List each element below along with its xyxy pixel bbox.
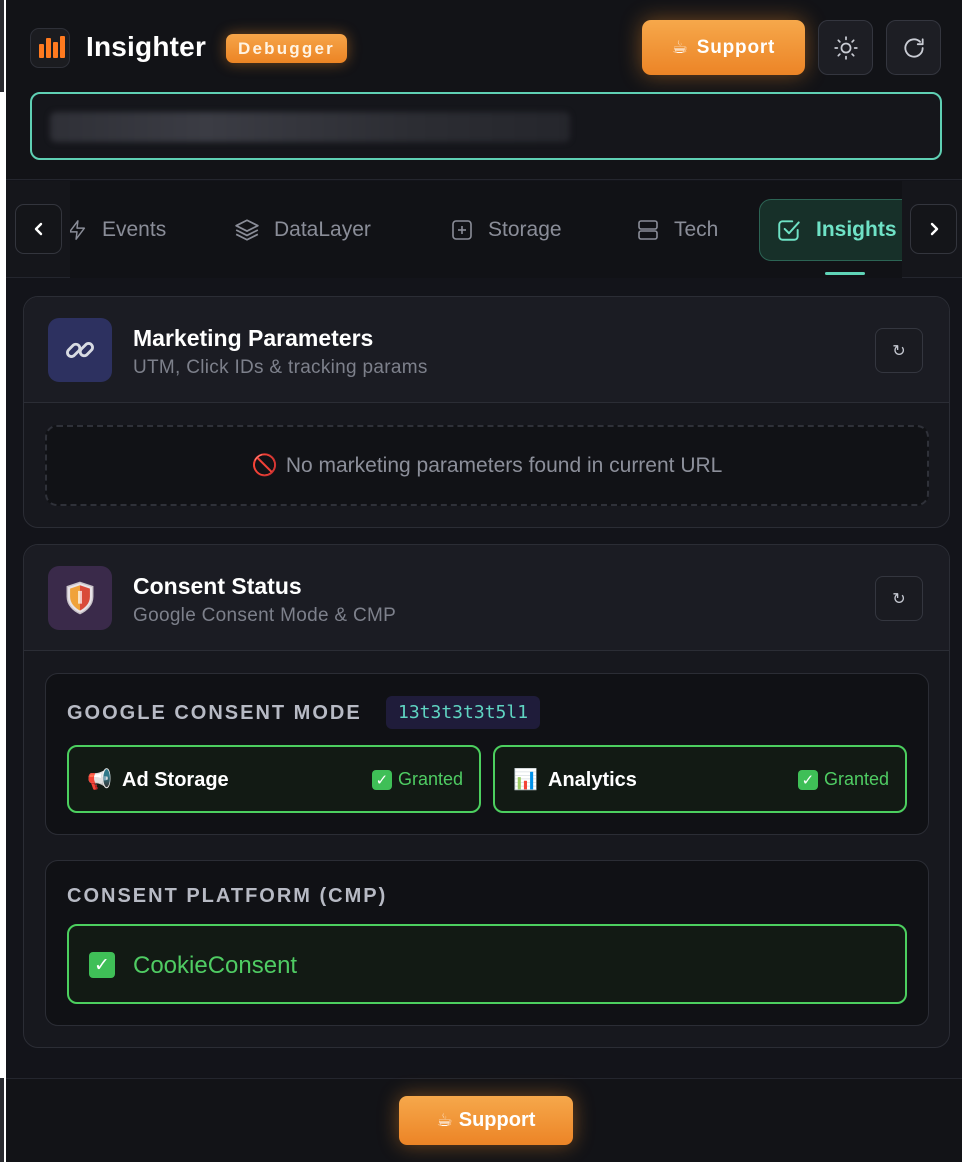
lightning-icon [70,220,86,240]
checkmark-icon: ✓ [797,769,818,790]
card-subtitle: Google Consent Mode & CMP [133,605,397,626]
coffee-cup-icon: ☕ [671,37,689,57]
reload-button[interactable] [886,20,941,75]
tab-tech[interactable]: Tech [636,199,718,261]
card-title: Marketing Parameters [133,325,374,351]
sun-icon [833,35,858,60]
empty-message: No marketing parameters found in current… [285,453,723,477]
footer: ☕ Support [6,1078,962,1162]
active-tab-indicator [825,272,865,275]
refresh-button[interactable]: ↻ [875,576,923,621]
shield-icon [48,566,112,630]
status-text: Granted [823,769,889,789]
app-logo [30,28,70,68]
marketing-parameters-card: Marketing Parameters UTM, Click IDs & tr… [23,296,950,528]
tab-label: Events [102,218,167,241]
card-header: Consent Status Google Consent Mode & CMP… [24,545,949,651]
tab-label: Tech [674,218,719,241]
refresh-button[interactable]: ↻ [875,328,923,373]
granted-status: ✓ Granted [797,769,889,790]
checkmark-icon: ✓ [89,952,115,978]
footer-support-button[interactable]: ☕ Support [399,1096,573,1145]
consent-item-label: Ad Storage [122,769,229,791]
support-label: Support [696,36,776,58]
refresh-icon [903,37,924,58]
refresh-icon: ↻ [892,590,906,608]
consent-item-ad-storage: 📢 Ad Storage ✓ Granted [67,745,481,813]
checkmark-icon: ✓ [371,769,392,790]
layers-icon [235,219,259,241]
tab-events[interactable]: Events [70,199,166,261]
chevron-right-icon [930,222,938,236]
bar-chart-icon: 📊 [513,769,538,791]
consent-status-card: Consent Status Google Consent Mode & CMP… [23,544,950,1048]
cmp-item: ✓ CookieConsent [67,924,907,1004]
granted-status: ✓ Granted [371,769,463,790]
scroll-left-button[interactable] [15,204,62,254]
tab-bar: Events DataLayer Storage Tech Insights [6,181,962,278]
checkbox-icon [778,220,800,241]
theme-toggle-button[interactable] [818,20,873,75]
consent-item-analytics: 📊 Analytics ✓ Granted [493,745,907,813]
megaphone-icon: 📢 [87,769,112,791]
tab-label: DataLayer [274,218,371,241]
tab-storage[interactable]: Storage [450,199,562,261]
chevron-left-icon [34,222,42,236]
section-label: GOOGLE CONSENT MODE [67,702,362,724]
status-text: Granted [397,769,463,789]
consent-platform-panel: CONSENT PLATFORM (CMP) ✓ CookieConsent [45,860,929,1026]
support-label: Support [458,1109,536,1131]
coffee-cup-icon: ☕ [436,1110,453,1130]
app-title: Insighter [86,31,207,62]
scroll-right-button[interactable] [910,204,957,254]
server-icon [638,220,658,240]
card-header: Marketing Parameters UTM, Click IDs & tr… [24,297,949,403]
extension-panel: Insighter Debugger ☕ Support Events Data… [6,0,962,1162]
google-consent-mode-panel: GOOGLE CONSENT MODE 13t3t3t3t5l1 📢 Ad St… [45,673,929,835]
debugger-badge: Debugger [226,34,347,63]
tab-label: Storage [488,218,562,241]
support-button[interactable]: ☕ Support [642,20,805,75]
consent-mode-code: 13t3t3t3t5l1 [386,696,541,729]
storage-box-icon [452,220,472,240]
tab-insights[interactable]: Insights [759,199,902,261]
prohibited-icon: 🚫 [251,453,278,477]
header: Insighter Debugger ☕ Support [6,0,962,180]
refresh-icon: ↻ [892,342,906,360]
section-label: CONSENT PLATFORM (CMP) [67,885,388,907]
card-title: Consent Status [133,573,302,599]
empty-state: 🚫 No marketing parameters found in curre… [45,425,929,506]
cmp-name: CookieConsent [133,952,298,979]
blurred-url-text [50,112,570,142]
consent-item-label: Analytics [548,769,637,791]
url-field[interactable] [30,92,942,160]
card-subtitle: UTM, Click IDs & tracking params [133,357,428,378]
tab-datalayer[interactable]: DataLayer [234,199,371,261]
link-icon [48,318,112,382]
tab-scroll-area: Events DataLayer Storage Tech Insights [70,181,902,278]
tab-label: Insights [816,218,897,241]
